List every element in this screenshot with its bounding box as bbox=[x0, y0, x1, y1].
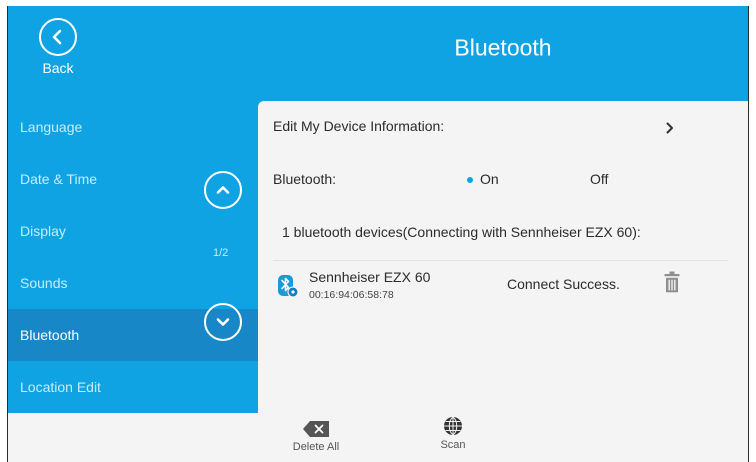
option-off-label: Off bbox=[590, 171, 609, 187]
scan-label: Scan bbox=[440, 439, 466, 451]
chevron-right-icon bbox=[666, 122, 673, 134]
sidebar-item-sounds[interactable]: Sounds bbox=[8, 257, 258, 309]
sidebar-item-label: Location Edit bbox=[20, 379, 101, 395]
bluetooth-off-radio[interactable]: Off bbox=[578, 165, 638, 193]
page-down-button[interactable] bbox=[204, 303, 242, 341]
back-label: Back bbox=[42, 60, 74, 76]
device-row[interactable]: Sennheiser EZX 60 00:16:94:06:58:78 Conn… bbox=[268, 265, 728, 315]
option-on-label: On bbox=[480, 171, 499, 187]
page-indicator: 1/2 bbox=[213, 247, 229, 259]
divider bbox=[273, 260, 728, 261]
chevron-down-icon bbox=[216, 318, 230, 326]
bluetooth-headset-icon bbox=[278, 275, 299, 298]
sidebar-item-label: Bluetooth bbox=[20, 327, 80, 343]
edit-device-label: Edit My Device Information: bbox=[273, 118, 445, 134]
sidebar-item-label: Display bbox=[20, 223, 66, 239]
page-up-button[interactable] bbox=[204, 171, 242, 209]
bluetooth-label: Bluetooth: bbox=[273, 171, 337, 187]
delete-all-button[interactable]: Delete All bbox=[286, 421, 346, 453]
sidebar-item-language[interactable]: Language bbox=[8, 101, 258, 153]
page-title: Bluetooth bbox=[454, 34, 552, 61]
trash-icon bbox=[664, 271, 680, 293]
back-button[interactable]: Back bbox=[30, 18, 86, 96]
sidebar-item-label: Date & Time bbox=[20, 171, 98, 187]
bluetooth-settings-screen: Back Bluetooth Language Date & Time Disp… bbox=[7, 6, 749, 462]
radio-selected-dot bbox=[467, 177, 473, 183]
devices-summary: 1 bluetooth devices(Connecting with Senn… bbox=[282, 224, 641, 240]
bottom-toolbar: Delete All Scan bbox=[8, 413, 748, 462]
edit-device-row[interactable]: Edit My Device Information: bbox=[258, 101, 748, 153]
bluetooth-on-radio[interactable]: On bbox=[458, 165, 538, 193]
settings-sidebar: Language Date & Time Display Sounds Blue… bbox=[8, 101, 258, 413]
backspace-icon bbox=[303, 421, 329, 437]
sidebar-item-label: Sounds bbox=[20, 275, 68, 291]
device-address: 00:16:94:06:58:78 bbox=[309, 289, 394, 301]
scan-button[interactable]: Scan bbox=[425, 416, 481, 451]
delete-all-label: Delete All bbox=[292, 441, 340, 453]
sidebar-item-location-edit[interactable]: Location Edit bbox=[8, 361, 258, 413]
sidebar-item-label: Language bbox=[20, 119, 83, 135]
chevron-up-icon bbox=[216, 186, 230, 194]
bluetooth-settings-panel: Edit My Device Information: Bluetooth: O… bbox=[258, 101, 748, 413]
device-name: Sennheiser EZX 60 bbox=[309, 269, 431, 285]
delete-device-button[interactable] bbox=[660, 269, 684, 299]
back-arrow-icon bbox=[39, 18, 77, 56]
device-status: Connect Success. bbox=[507, 276, 620, 292]
globe-icon bbox=[444, 416, 462, 436]
